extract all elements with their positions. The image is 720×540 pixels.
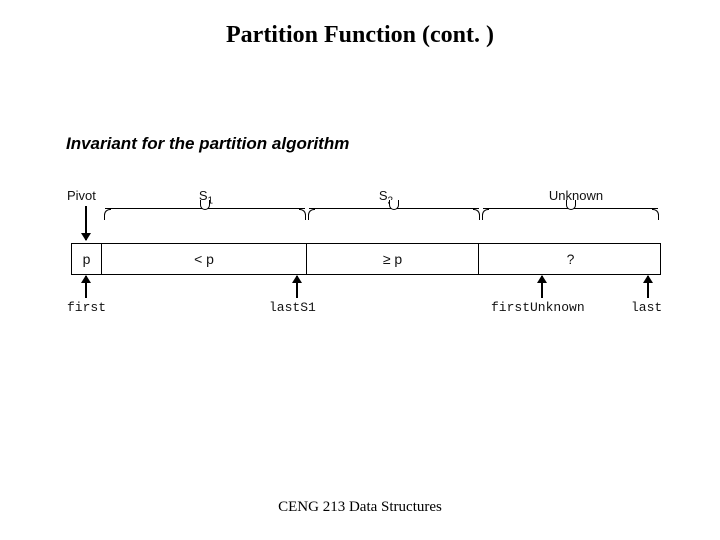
page-title: Partition Function (cont. ) — [0, 22, 720, 49]
arrow-first-icon — [85, 276, 87, 298]
pivot-arrow-icon — [85, 206, 87, 240]
label-lastS1: lastS1 — [269, 300, 316, 315]
label-last: last — [631, 300, 662, 315]
brace-unknown — [483, 208, 658, 209]
label-unknown: Unknown — [541, 188, 611, 203]
arrow-firstUnknown-icon — [541, 276, 543, 298]
brace-s1 — [105, 208, 305, 209]
label-firstUnknown: firstUnknown — [491, 300, 585, 315]
cell-geq: ≥ p — [307, 244, 479, 274]
label-pivot: Pivot — [67, 188, 107, 203]
subtitle: Invariant for the partition algorithm — [66, 134, 349, 154]
cell-less-than: < p — [102, 244, 307, 274]
label-first: first — [67, 300, 106, 315]
brace-s2 — [309, 208, 479, 209]
label-s2-text: S — [379, 188, 388, 203]
array-bar: p < p ≥ p ? — [71, 243, 661, 275]
footer: CENG 213 Data Structures — [0, 499, 720, 516]
arrow-lastS1-icon — [296, 276, 298, 298]
cell-pivot: p — [72, 244, 102, 274]
arrow-last-icon — [647, 276, 649, 298]
cell-unknown: ? — [479, 244, 662, 274]
